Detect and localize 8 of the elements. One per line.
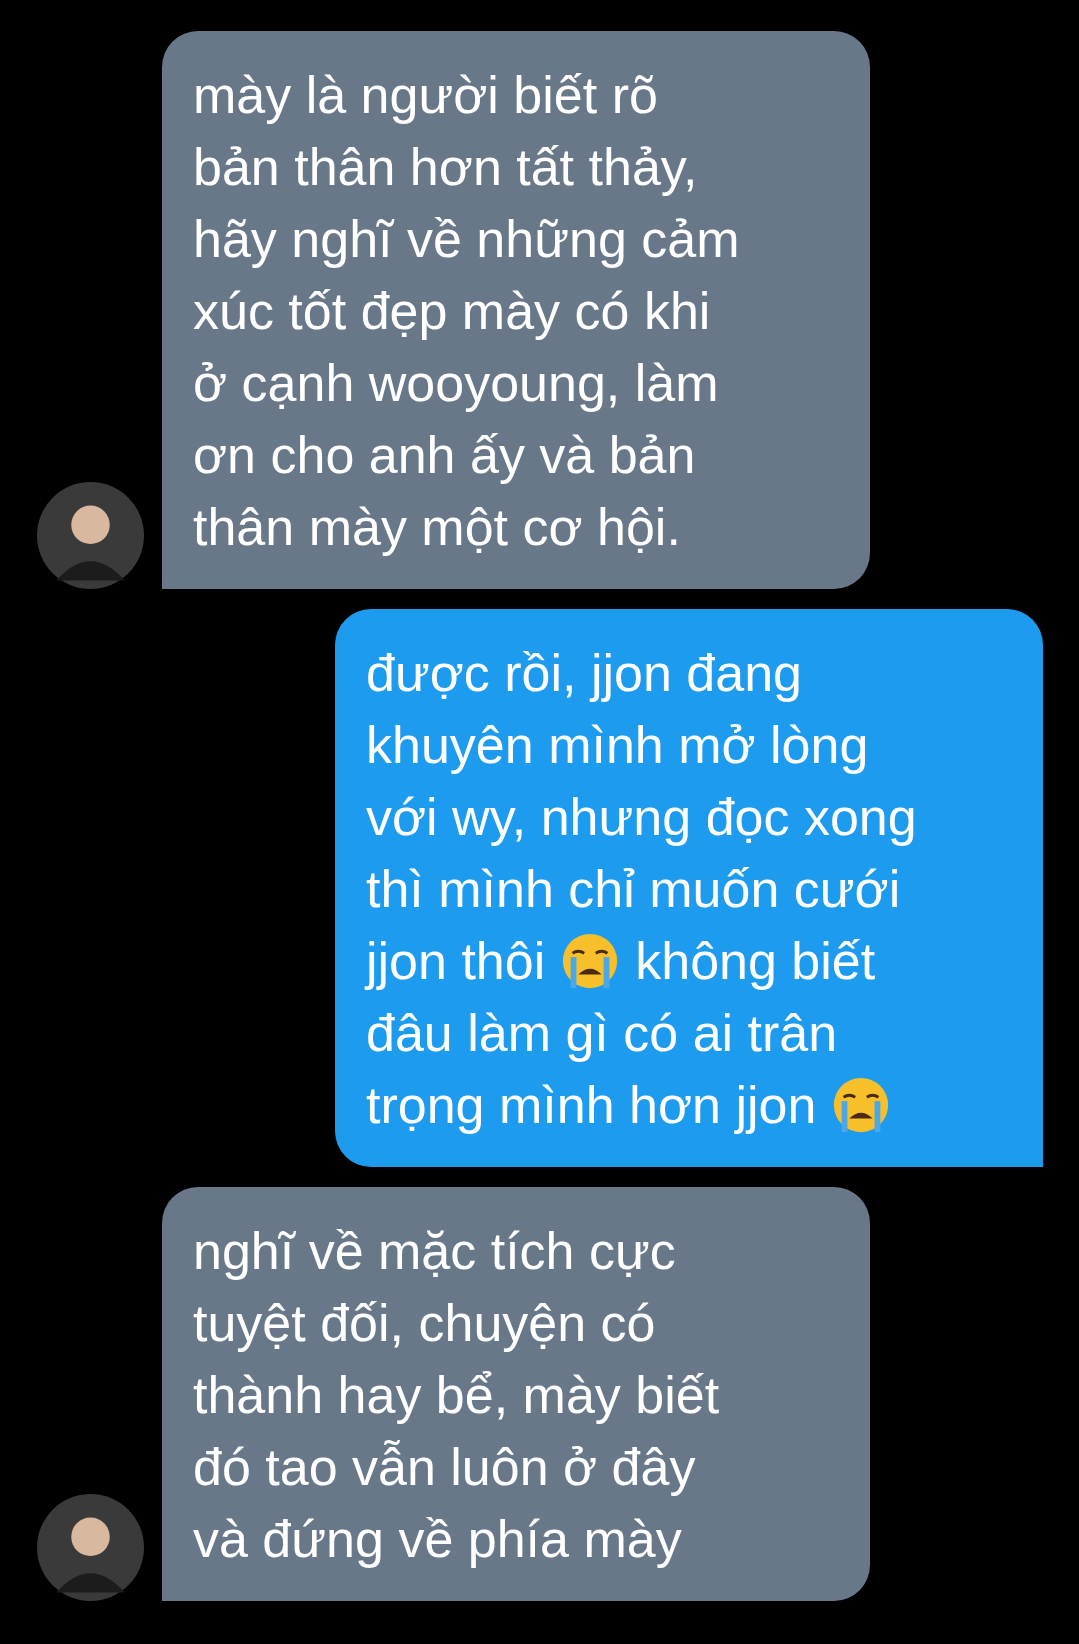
message-text: mày là người biết rõ bản thân hơn tất thảy, hãy nghĩ về những cảm xúc tốt đẹp mày có khi ở cạnh wooyoung, làm ơn cho anh ấy và bản thân mày một cơ hội.: [193, 65, 740, 558]
message-text: nghĩ về mặc tích cực tuyệt đối, chuyện có thành hay bể, mày biết đó tao vẫn luôn ở đây và đứng về phía mày: [193, 1221, 720, 1570]
message-text: trọng mình hơn jjon: [366, 1075, 817, 1136]
avatar-icon[interactable]: [37, 1494, 144, 1601]
message-text: jjon thôi: [366, 931, 546, 992]
message-text: đâu làm gì có ai trân: [366, 1003, 838, 1064]
avatar-icon[interactable]: [37, 482, 144, 589]
message-text: không biết: [635, 931, 876, 992]
